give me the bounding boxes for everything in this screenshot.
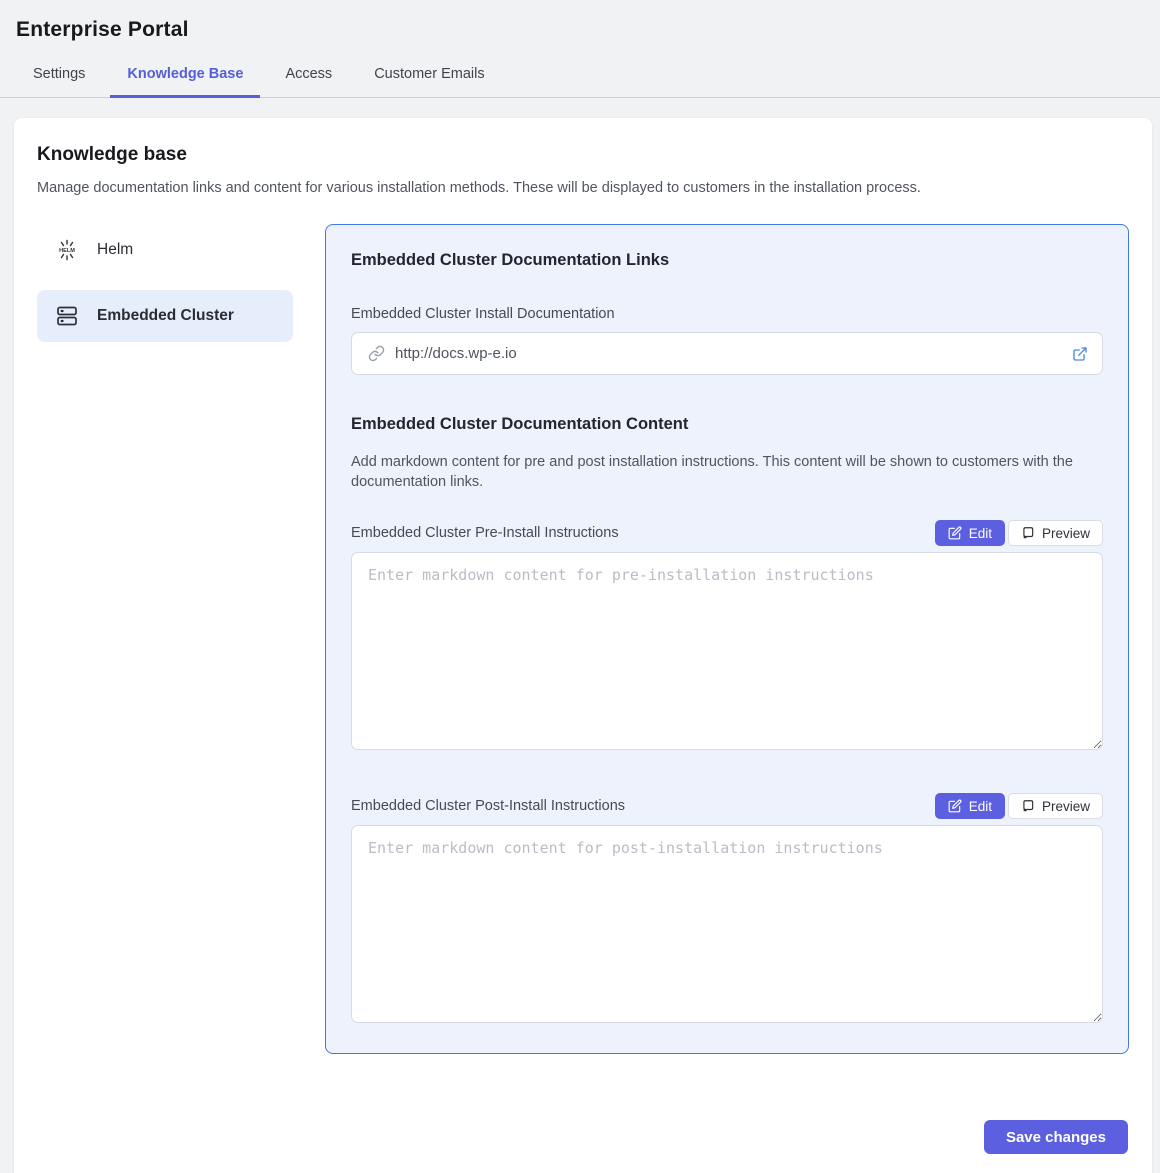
preview-button-label: Preview [1042,799,1090,814]
sidebar-item-helm[interactable]: HELM Helm [37,224,293,276]
install-doc-input-wrap [351,332,1103,375]
app-title: Enterprise Portal [16,18,1144,42]
server-stack-icon [55,304,79,328]
install-doc-url-input[interactable] [395,345,1062,362]
external-link-icon[interactable] [1072,346,1088,362]
pre-install-label: Embedded Cluster Pre-Install Instruction… [351,525,619,546]
docs-content-heading: Embedded Cluster Documentation Content [351,415,1103,434]
post-install-label: Embedded Cluster Post-Install Instructio… [351,798,625,819]
embedded-cluster-panel: Embedded Cluster Documentation Links Emb… [325,224,1129,1054]
preview-button-label: Preview [1042,526,1090,541]
page-description: Manage documentation links and content f… [37,180,1129,196]
tab-customer-emails[interactable]: Customer Emails [357,54,501,98]
page-title: Knowledge base [37,144,1129,166]
tab-knowledge-base[interactable]: Knowledge Base [110,54,260,98]
pre-install-header-row: Embedded Cluster Pre-Install Instruction… [351,520,1103,546]
save-row: Save changes [37,1120,1129,1154]
save-changes-button[interactable]: Save changes [984,1120,1128,1154]
pre-install-edit-button[interactable]: Edit [935,520,1005,546]
install-method-nav: HELM Helm Embedded Cluster [37,224,293,1054]
post-install-header-row: Embedded Cluster Post-Install Instructio… [351,793,1103,819]
edit-pencil-icon [948,799,962,813]
pre-install-markdown-textarea[interactable] [351,552,1103,750]
pre-install-preview-button[interactable]: Preview [1008,520,1103,546]
docs-links-heading: Embedded Cluster Documentation Links [351,251,1103,270]
svg-text:HELM: HELM [59,248,75,254]
tab-settings[interactable]: Settings [16,54,102,98]
post-install-markdown-textarea[interactable] [351,825,1103,1023]
preview-reader-icon [1021,799,1035,813]
chain-link-icon [368,345,385,362]
docs-content-description: Add markdown content for pre and post in… [351,452,1103,492]
install-doc-label: Embedded Cluster Install Documentation [351,306,1103,322]
tab-access[interactable]: Access [268,54,349,98]
post-install-edit-button[interactable]: Edit [935,793,1005,819]
tab-bar: Settings Knowledge Base Access Customer … [0,54,1160,98]
helm-icon: HELM [55,238,79,262]
edit-pencil-icon [948,526,962,540]
edit-button-label: Edit [969,526,992,541]
edit-button-label: Edit [969,799,992,814]
sidebar-item-embedded-cluster[interactable]: Embedded Cluster [37,290,293,342]
post-install-mode-toggle: Edit Preview [935,793,1103,819]
post-install-preview-button[interactable]: Preview [1008,793,1103,819]
app-header: Enterprise Portal [0,0,1160,42]
sidebar-item-label: Embedded Cluster [97,307,234,325]
sidebar-item-label: Helm [97,241,133,259]
pre-install-mode-toggle: Edit Preview [935,520,1103,546]
knowledge-base-card: Knowledge base Manage documentation link… [14,118,1152,1173]
preview-reader-icon [1021,526,1035,540]
